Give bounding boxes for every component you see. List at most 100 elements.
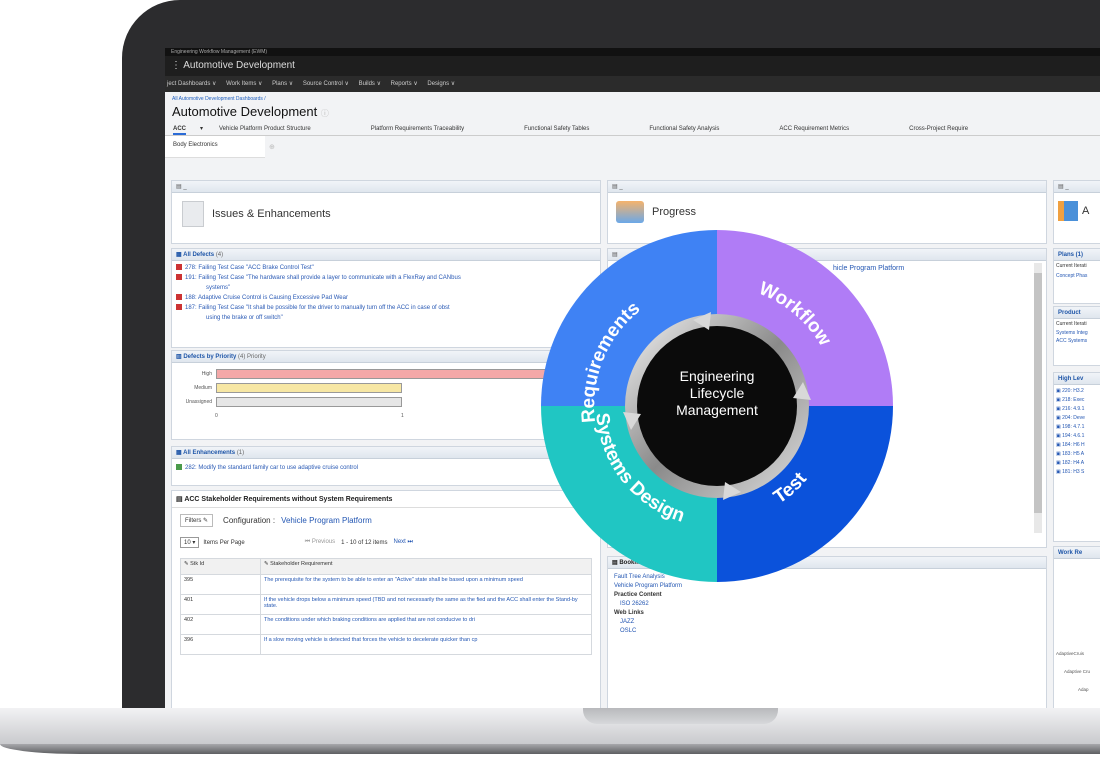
list-item[interactable]: 282: Modify the standard family car to u… xyxy=(172,459,600,473)
table-header: ✎ Stk Id ✎ Stakeholder Requirement xyxy=(180,558,592,575)
chevron-down-icon[interactable]: ▾ xyxy=(200,122,203,135)
widget-menu-icon[interactable]: ▤ _ xyxy=(608,181,1046,193)
defects-priority-titlebar[interactable]: ▥ Defects by Priority (4) Priority xyxy=(172,351,600,363)
high-level-titlebar[interactable]: High Lev xyxy=(1054,373,1100,385)
col-req-label: Stakeholder Requirement xyxy=(270,561,333,567)
all-defects-titlebar[interactable]: ▦ All Defects (4) xyxy=(172,249,600,261)
practice-link[interactable]: ISO 26262 xyxy=(614,600,1040,609)
hero-stage: Engineering Workflow Management (EWM) ⋮ … xyxy=(0,0,1100,770)
plans-titlebar[interactable]: Plans (1) xyxy=(1054,249,1100,261)
center-line-2: Lifecycle xyxy=(689,385,745,401)
tab-cross-project[interactable]: Cross-Project Require xyxy=(909,122,968,135)
plans-link[interactable]: Concept Phas xyxy=(1054,271,1100,281)
menu-reports[interactable]: Reports ∨ xyxy=(391,81,418,87)
widget-menu-icon[interactable]: ▤ _ xyxy=(1054,181,1100,193)
defects-priority-subtitle: (4) Priority xyxy=(238,354,266,360)
wheel-center-text: Engineering Lifecycle Management xyxy=(667,368,767,419)
tab-platform-traceability[interactable]: Platform Requirements Traceability xyxy=(371,122,464,135)
web-link[interactable]: OSLC xyxy=(614,627,1040,636)
list-item[interactable]: ▣ 198: 4.7.1 xyxy=(1056,423,1100,432)
table-row[interactable]: 395 The prerequisite for the system to be… xyxy=(180,574,592,595)
cell-id: 395 xyxy=(180,574,261,595)
all-enhancements-widget: ▦ All Enhancements (1) 282: Modify the s… xyxy=(171,446,601,486)
product-link[interactable]: Systems Integ xyxy=(1054,329,1100,337)
list-item[interactable]: 278: Failing Test Case "ACC Brake Contro… xyxy=(172,263,600,273)
dashboard-tabs: ACC ▾ Vehicle Platform Product Structure… xyxy=(165,122,1100,136)
scrollbar[interactable] xyxy=(1034,263,1042,533)
list-item[interactable]: ▣ 220: H3.2 xyxy=(1056,387,1100,396)
web-links-heading: Web Links xyxy=(614,610,644,616)
cell-req[interactable]: The conditions under which braking condi… xyxy=(260,614,592,635)
list-item[interactable]: ▣ 216: 4.9.1 xyxy=(1056,405,1100,414)
list-item[interactable]: ▣ 184: H6 H xyxy=(1056,441,1100,450)
project-title[interactable]: ⋮ Automotive Development xyxy=(165,56,1100,76)
web-link[interactable]: JAZZ xyxy=(614,618,1040,627)
tab-vehicle-platform[interactable]: Vehicle Platform Product Structure xyxy=(219,122,311,135)
right-widget: ▤ _ A xyxy=(1053,180,1100,244)
enhancements-count: (1) xyxy=(236,450,245,456)
x-tick-label: 1 xyxy=(401,413,404,419)
list-item[interactable]: 188: Adaptive Cruise Control is Causing … xyxy=(172,293,600,303)
bookmark-link[interactable]: Vehicle Program Platform xyxy=(614,582,1040,591)
list-item[interactable]: ▣ 218: Exec xyxy=(1056,396,1100,405)
list-item[interactable]: ▣ 181: H3 S xyxy=(1056,468,1100,477)
table-row[interactable]: 401 If the vehicle drops below a minimum … xyxy=(180,594,592,615)
add-tab-icon[interactable]: ⊕ xyxy=(269,143,275,151)
menu-dashboards[interactable]: ject Dashboards ∨ xyxy=(167,81,216,87)
config-link[interactable]: Vehicle Program Platform xyxy=(281,516,372,525)
tab-acc-metrics[interactable]: ACC Requirement Metrics xyxy=(779,122,849,135)
list-item[interactable]: ▣ 194: 4.6.1 xyxy=(1056,432,1100,441)
per-page-select[interactable]: 10 ▾ xyxy=(180,537,200,548)
tab-acc[interactable]: ACC xyxy=(173,122,186,135)
defect-text: 191: Failing Test Case "The hardware sha… xyxy=(185,275,461,281)
work-titlebar[interactable]: Work Re xyxy=(1054,547,1100,559)
filters-label: Filters xyxy=(185,518,202,524)
tab-safety-tables[interactable]: Functional Safety Tables xyxy=(524,122,589,135)
product-widget: Product Current Iterati Systems Integ AC… xyxy=(1053,306,1100,366)
filters-button[interactable]: Filters ✎ xyxy=(180,514,214,527)
project-name: Automotive Development xyxy=(183,60,295,71)
tab-safety-analysis[interactable]: Functional Safety Analysis xyxy=(649,122,719,135)
widget-menu-icon[interactable]: ▤ _ xyxy=(172,181,600,193)
enhancements-titlebar[interactable]: ▦ All Enhancements (1) xyxy=(172,447,600,459)
product-link[interactable]: ACC Systems xyxy=(1054,337,1100,345)
defects-priority-widget: ▥ Defects by Priority (4) Priority High M… xyxy=(171,350,774,440)
list-item[interactable]: 187: Failing Test Case "It shall be poss… xyxy=(172,303,600,313)
info-icon[interactable]: ⓘ xyxy=(321,109,329,118)
list-item[interactable]: 191: Failing Test Case "The hardware sha… xyxy=(172,273,600,283)
defect-text: 278: Failing Test Case "ACC Brake Contro… xyxy=(185,265,314,271)
defect-icon xyxy=(176,264,182,271)
menu-plans[interactable]: Plans ∨ xyxy=(272,81,293,87)
subtab-row: Body Electronics ⊕ xyxy=(165,136,1100,158)
product-row: Current Iterati xyxy=(1056,321,1087,327)
subtab-body-electronics[interactable]: Body Electronics xyxy=(165,136,265,158)
pager-range: 1 - 10 of 12 items xyxy=(341,539,388,546)
pager-next[interactable]: Next ⏭ xyxy=(394,539,413,546)
per-page-label: Items Per Page xyxy=(203,539,245,546)
list-item[interactable]: ▣ 204: Deve xyxy=(1056,414,1100,423)
stakeholder-toolbar: Filters ✎ Configuration : Vehicle Progra… xyxy=(172,508,600,533)
menu-designs[interactable]: Designs ∨ xyxy=(427,81,455,87)
all-defects-count: (4) xyxy=(215,252,224,258)
cell-req[interactable]: If the vehicle drops below a minimum spe… xyxy=(260,594,592,615)
work-row: Adaptive Cru xyxy=(1064,669,1091,674)
menu-builds[interactable]: Builds ∨ xyxy=(359,81,381,87)
breadcrumb[interactable]: All Automotive Development Dashboards / xyxy=(165,92,1100,102)
list-item[interactable]: ▣ 182: H4 A xyxy=(1056,459,1100,468)
menu-source-control[interactable]: Source Control ∨ xyxy=(303,81,349,87)
main-menu: ject Dashboards ∨ Work Items ∨ Plans ∨ S… xyxy=(165,76,1100,92)
work-rows: AdaptiveCruis Adaptive Cru Adap xyxy=(1054,559,1100,699)
priority-label: Unassigned xyxy=(185,399,212,405)
table-row[interactable]: 396 If a slow moving vehicle is detected … xyxy=(180,634,592,655)
menu-work-items[interactable]: Work Items ∨ xyxy=(226,81,262,87)
list-item[interactable]: ▣ 183: H5 A xyxy=(1056,450,1100,459)
cell-req[interactable]: If a slow moving vehicle is detected tha… xyxy=(260,634,592,655)
pager-prev[interactable]: ⏮ Previous xyxy=(305,539,335,546)
chart-icon xyxy=(1058,201,1078,221)
priority-bar[interactable] xyxy=(216,383,402,393)
scrollbar-thumb[interactable] xyxy=(1034,273,1042,513)
priority-bar[interactable] xyxy=(216,397,402,407)
col-stk-id[interactable]: ✎ Stk Id xyxy=(180,558,261,575)
table-row[interactable]: 402 The conditions under which braking co… xyxy=(180,614,592,635)
product-titlebar[interactable]: Product xyxy=(1054,307,1100,319)
